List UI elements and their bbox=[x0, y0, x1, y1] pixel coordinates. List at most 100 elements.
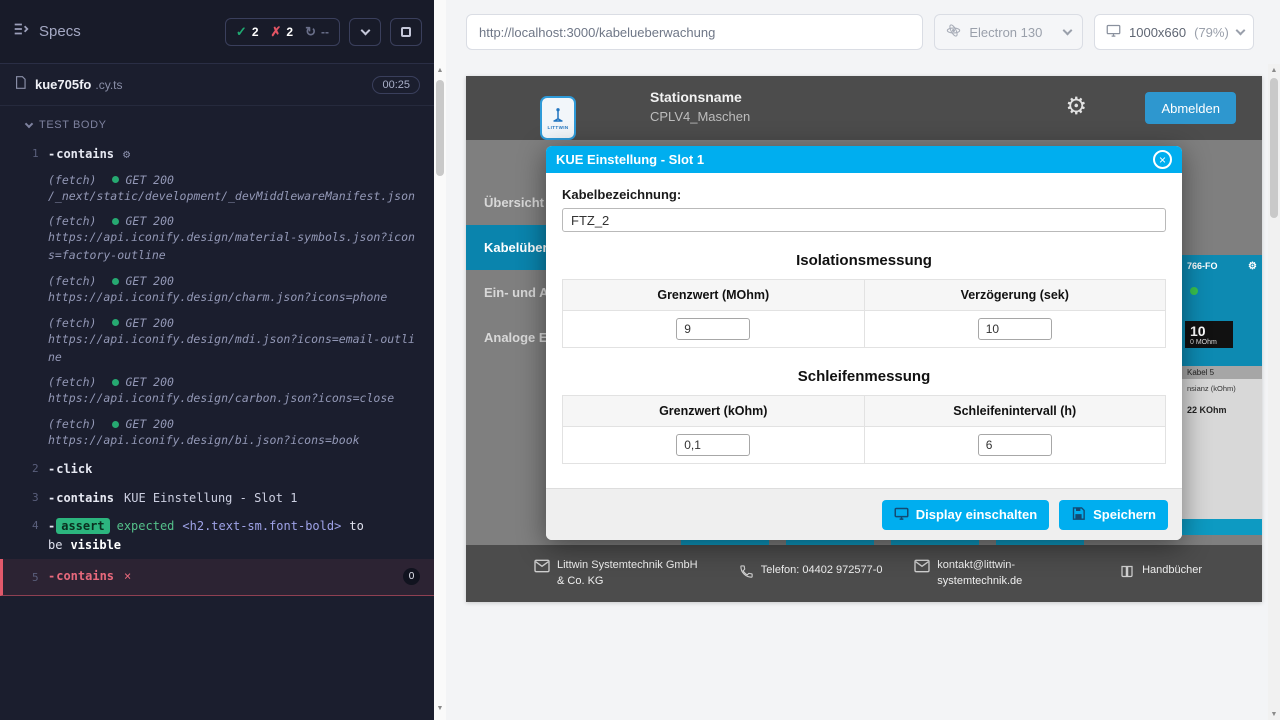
gear-icon[interactable]: ⚙ bbox=[1248, 261, 1257, 272]
log-fetch-row[interactable]: (fetch)GET 200https://api.iconify.design… bbox=[0, 270, 434, 312]
fetch-meta-line: (fetch)GET 200 bbox=[48, 274, 420, 288]
command-number bbox=[32, 375, 48, 377]
modal-title: KUE Einstellung - Slot 1 bbox=[556, 152, 704, 167]
loop-limit-input[interactable] bbox=[676, 434, 750, 456]
command-number: 1 bbox=[32, 145, 48, 160]
fetch-tag: (fetch) bbox=[48, 274, 96, 288]
device-panel: 766-FO ⚙ 10 0 MOhm Kabel 5 nsianz (kOhm)… bbox=[1182, 255, 1262, 535]
station-value: CPLV4_Maschen bbox=[650, 109, 750, 124]
scroll-up-icon[interactable]: ▲ bbox=[434, 64, 446, 76]
main-scrollbar[interactable]: ▲ ▼ bbox=[1268, 64, 1280, 720]
command-content: -click bbox=[48, 460, 420, 479]
table-cell bbox=[864, 427, 1166, 464]
viewport-zoom: (79%) bbox=[1194, 25, 1229, 40]
log-fetch-row[interactable]: (fetch)GET 200https://api.iconify.design… bbox=[0, 371, 434, 413]
reporter-header: Specs ✓2 ✗2 ↻-- bbox=[0, 0, 434, 64]
mail-icon bbox=[914, 559, 930, 578]
iso-col2-header: Verzögerung (sek) bbox=[864, 280, 1166, 311]
command-name: contains bbox=[56, 491, 114, 505]
test-stats[interactable]: ✓2 ✗2 ↻-- bbox=[225, 18, 340, 46]
footer-text: kontakt@littwin-systemtechnik.de bbox=[937, 558, 1087, 590]
command-assert[interactable]: 4-assertexpected<h2.text-sm.font-bold>to… bbox=[0, 512, 434, 559]
spec-extension: .cy.ts bbox=[95, 78, 122, 92]
check-icon: ✓ bbox=[236, 24, 247, 40]
command-dash: - bbox=[48, 462, 55, 476]
command-contains[interactable]: 3-containsKUE Einstellung - Slot 1 bbox=[0, 484, 434, 513]
footer-item[interactable]: Handbücher bbox=[1119, 563, 1202, 584]
command-name: contains bbox=[56, 147, 114, 161]
display-on-button[interactable]: Display einschalten bbox=[882, 500, 1049, 530]
fetch-meta-line: (fetch)GET 200 bbox=[48, 214, 420, 228]
browser-select[interactable]: Electron 130 bbox=[934, 14, 1083, 50]
fetch-tag: (fetch) bbox=[48, 214, 96, 228]
command-contains[interactable]: 5-contains×0 bbox=[0, 559, 434, 596]
device-panel-header: 766-FO ⚙ bbox=[1182, 255, 1262, 277]
device-panel-footer bbox=[1182, 519, 1262, 535]
command-click[interactable]: 2-click bbox=[0, 455, 434, 484]
viewport-select[interactable]: 1000x660 (79%) bbox=[1094, 14, 1254, 50]
command-dash: - bbox=[48, 519, 55, 533]
fetch-meta-line: (fetch)GET 200 bbox=[48, 316, 420, 330]
iso-delay-input[interactable] bbox=[978, 318, 1052, 340]
app-under-test: LITTWIN Stationsname CPLV4_Maschen ⚙ Abm… bbox=[466, 76, 1262, 602]
station-label: Stationsname bbox=[650, 89, 750, 105]
log-fetch-row[interactable]: (fetch)GET 200https://api.iconify.design… bbox=[0, 413, 434, 455]
collapse-button[interactable] bbox=[349, 18, 381, 46]
spec-row[interactable]: kue705fo .cy.ts 00:25 bbox=[0, 64, 434, 106]
logout-button[interactable]: Abmelden bbox=[1145, 92, 1236, 124]
document-icon bbox=[14, 75, 27, 95]
scroll-down-icon[interactable]: ▼ bbox=[1268, 708, 1280, 720]
command-content: -contains× bbox=[48, 567, 403, 586]
littwin-logo: LITTWIN bbox=[540, 96, 576, 140]
fetch-url: /_next/static/development/_devMiddleware… bbox=[48, 188, 420, 206]
command-number: 2 bbox=[32, 460, 48, 475]
loop-section-title: Schleifenmessung bbox=[562, 368, 1166, 385]
command-content: (fetch)GET 200https://api.iconify.design… bbox=[48, 274, 420, 307]
success-dot-icon bbox=[112, 218, 119, 225]
command-number bbox=[32, 316, 48, 318]
specs-list-icon[interactable] bbox=[12, 20, 30, 43]
specs-label: Specs bbox=[39, 23, 81, 40]
log-fetch-row[interactable]: (fetch)GET 200https://api.iconify.design… bbox=[0, 210, 434, 270]
stop-button[interactable] bbox=[390, 18, 422, 46]
spec-duration: 00:25 bbox=[372, 76, 420, 94]
scroll-up-icon[interactable]: ▲ bbox=[1268, 64, 1280, 76]
command-content: (fetch)GET 200https://api.iconify.design… bbox=[48, 417, 420, 450]
phone-icon bbox=[739, 564, 754, 584]
impedance-section: nsianz (kOhm) 22 KOhm bbox=[1182, 379, 1262, 519]
command-message: × bbox=[124, 569, 131, 583]
gear-icon: ⚙ bbox=[123, 147, 130, 161]
log-fetch-row[interactable]: (fetch)GET 200/_next/static/development/… bbox=[0, 169, 434, 211]
save-button[interactable]: Speichern bbox=[1059, 500, 1168, 530]
cable-name-input[interactable] bbox=[562, 208, 1166, 232]
fetch-meta-line: (fetch)GET 200 bbox=[48, 173, 420, 187]
command-line: -containsKUE Einstellung - Slot 1 bbox=[48, 489, 420, 508]
iso-limit-input[interactable] bbox=[676, 318, 750, 340]
assert-expected: expected bbox=[117, 519, 175, 533]
loop-interval-input[interactable] bbox=[978, 434, 1052, 456]
loop-col2-header: Schleifenintervall (h) bbox=[864, 396, 1166, 427]
scrollbar-thumb[interactable] bbox=[436, 80, 444, 176]
reporter-scrollbar[interactable]: ▲ ▼ bbox=[434, 0, 446, 720]
scrollbar-thumb[interactable] bbox=[1270, 78, 1278, 218]
stat-failed: ✗2 bbox=[271, 24, 294, 40]
footer-item: Telefon: 04402 972577-0 bbox=[739, 563, 883, 584]
footer-text: Telefon: 04402 972577-0 bbox=[761, 563, 883, 579]
close-icon[interactable]: × bbox=[1153, 150, 1172, 169]
command-content: (fetch)GET 200https://api.iconify.design… bbox=[48, 214, 420, 265]
command-content: (fetch)GET 200/_next/static/development/… bbox=[48, 173, 420, 206]
assert-visible: visible bbox=[70, 538, 121, 552]
url-input[interactable] bbox=[466, 14, 923, 50]
settings-gear-icon[interactable]: ⚙ bbox=[1065, 92, 1087, 121]
log-fetch-row[interactable]: (fetch)GET 200https://api.iconify.design… bbox=[0, 312, 434, 372]
isolation-table: Grenzwert (MOhm) Verzögerung (sek) bbox=[562, 279, 1166, 348]
fetch-url: https://api.iconify.design/carbon.json?i… bbox=[48, 390, 420, 408]
kue-settings-modal: KUE Einstellung - Slot 1 × Kabelbezeichn… bbox=[546, 146, 1182, 540]
success-dot-icon bbox=[112, 379, 119, 386]
app-header: LITTWIN Stationsname CPLV4_Maschen ⚙ Abm… bbox=[466, 76, 1262, 140]
scroll-down-icon[interactable]: ▼ bbox=[434, 702, 446, 714]
viewport-size: 1000x660 bbox=[1129, 25, 1186, 40]
test-body-toggle[interactable]: TEST BODY bbox=[0, 106, 434, 140]
command-contains[interactable]: 1-contains⚙ bbox=[0, 140, 434, 169]
success-dot-icon bbox=[112, 421, 119, 428]
